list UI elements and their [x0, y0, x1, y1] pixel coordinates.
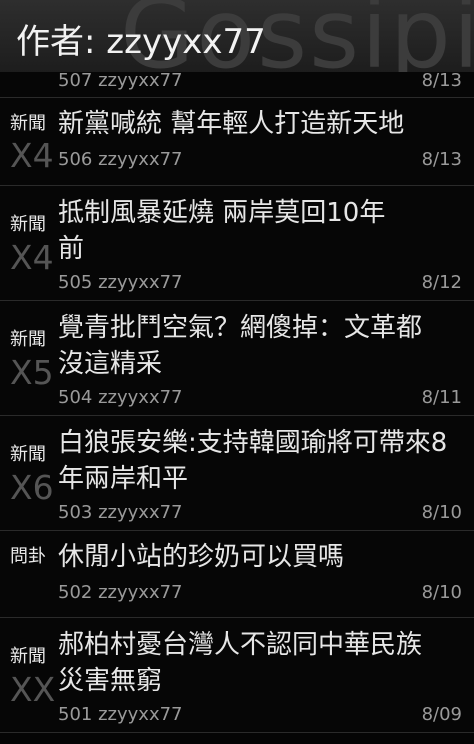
category-tag: 新聞	[10, 444, 46, 465]
article-date: 8/12	[421, 272, 462, 293]
article-date: 8/13	[421, 149, 462, 170]
category-tag: 新聞	[10, 646, 46, 667]
article-date: 8/13	[421, 70, 462, 91]
article-title: 覺青批鬥空氣？網傻掉：文革都沒這精采	[58, 313, 423, 379]
article-title: 新黨喊統 幫年輕人打造新天地	[58, 109, 405, 139]
article-title: 郝柏村憂台灣人不認同中華民族 災害無窮	[58, 630, 423, 696]
article-meta: 505 zzyyxx77	[58, 272, 183, 293]
author-name: zzyyxx77	[106, 22, 266, 62]
app-header: Gossiping 作者: zzyyxx77	[0, 0, 474, 72]
article-meta: 504 zzyyxx77	[58, 387, 183, 408]
category-tag: 問卦	[10, 546, 46, 567]
article-row[interactable]: 新聞 X4 新黨喊統 幫年輕人打造新天地 506 zzyyxx77 8/13	[0, 98, 474, 186]
push-count: X5	[10, 353, 54, 392]
article-title: 抵制風暴延燒 兩岸莫回10年前	[58, 198, 386, 264]
article-row[interactable]: 新聞 X4 抵制風暴延燒 兩岸莫回10年前 505 zzyyxx77 8/12	[0, 186, 474, 301]
article-row[interactable]: 新聞 X5 覺青批鬥空氣？網傻掉：文革都沒這精采 504 zzyyxx77 8/…	[0, 301, 474, 416]
category-tag: 新聞	[10, 214, 46, 235]
article-row[interactable]: 問卦 休閒小站的珍奶可以買嗎 502 zzyyxx77 8/10	[0, 531, 474, 618]
article-meta: 506 zzyyxx77	[58, 149, 183, 170]
article-meta: 507 zzyyxx77	[58, 70, 183, 91]
category-tag: 新聞	[10, 329, 46, 350]
screen: Gossiping 作者: zzyyxx77 507 zzyyxx77 8/13…	[0, 0, 474, 744]
author-label: 作者:	[16, 22, 96, 62]
article-date: 8/10	[421, 502, 462, 523]
category-tag: 新聞	[10, 113, 46, 134]
article-meta: 501 zzyyxx77	[58, 704, 183, 725]
push-count: X6	[10, 468, 54, 507]
article-date: 8/09	[421, 704, 462, 725]
page-title: 作者: zzyyxx77	[16, 14, 266, 63]
article-meta: 502 zzyyxx77	[58, 582, 183, 603]
push-count: X4	[10, 136, 54, 175]
article-date: 8/11	[421, 387, 462, 408]
article-title: 休閒小站的珍奶可以買嗎	[58, 542, 345, 572]
article-row[interactable]: 新聞 X6 白狼張安樂:支持韓國瑜將可帶來8年兩岸和平 503 zzyyxx77…	[0, 416, 474, 531]
article-meta: 503 zzyyxx77	[58, 502, 183, 523]
push-count: X4	[10, 238, 54, 277]
article-title: 白狼張安樂:支持韓國瑜將可帶來8年兩岸和平	[58, 428, 448, 494]
article-row[interactable]: 新聞 XX 郝柏村憂台灣人不認同中華民族 災害無窮 501 zzyyxx77 8…	[0, 618, 474, 733]
article-date: 8/10	[421, 582, 462, 603]
push-count: XX	[10, 670, 56, 709]
